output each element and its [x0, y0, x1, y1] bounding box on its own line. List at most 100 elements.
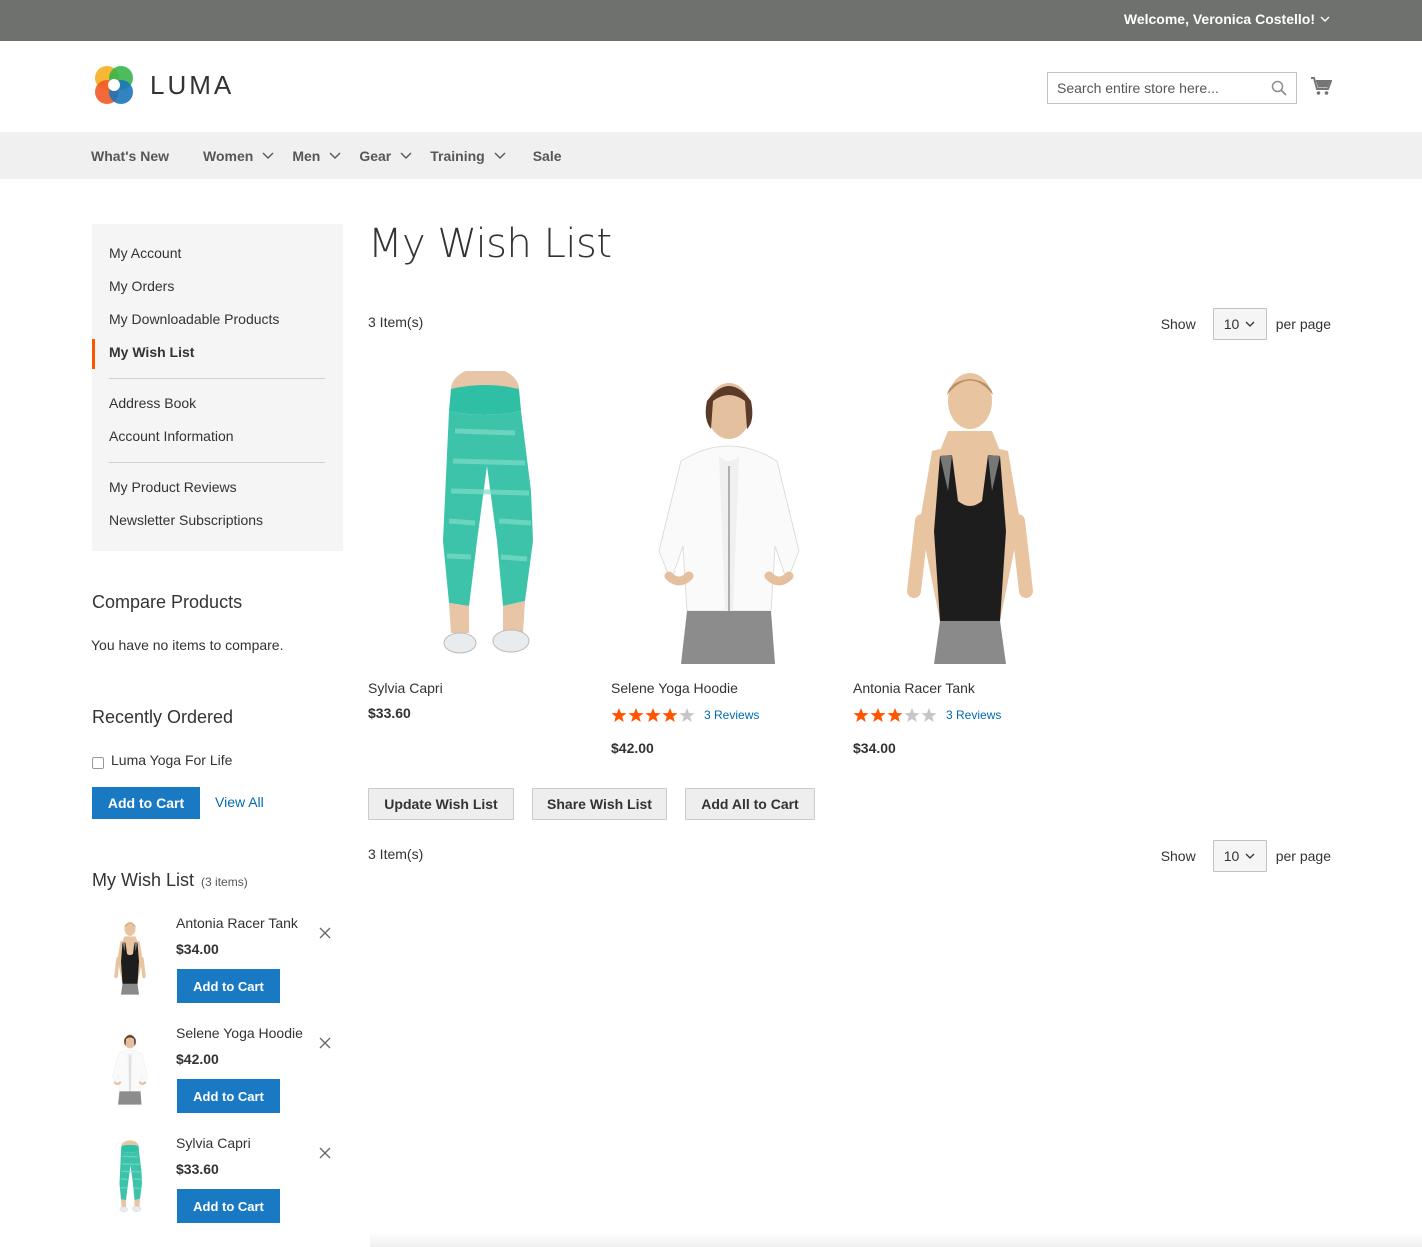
chevron-down-icon: [1245, 321, 1255, 327]
nav-label: Women: [203, 147, 254, 164]
account-nav-product-reviews[interactable]: My Product Reviews: [109, 479, 237, 495]
sidebar-wishlist-item-name[interactable]: Sylvia Capri: [176, 1135, 251, 1151]
sidebar-wishlist-item-price: $42.00: [176, 1051, 219, 1067]
product-name[interactable]: Selene Yoga Hoodie: [611, 680, 738, 696]
recent-item-name[interactable]: Luma Yoga For Life: [111, 752, 232, 768]
recent-item-checkbox[interactable]: [92, 757, 104, 769]
nav-item-whats-new[interactable]: What's New: [91, 148, 169, 164]
product-image[interactable]: [850, 371, 1090, 664]
per-page-select[interactable]: 10: [1212, 308, 1267, 340]
star-icon: [887, 708, 903, 722]
nav-label: Men: [292, 147, 321, 164]
update-wish-list-button[interactable]: Update Wish List: [368, 788, 514, 820]
nav-label: Sale: [532, 147, 562, 164]
chevron-down-icon: [1245, 853, 1255, 859]
limiter-per-page-label: per page: [1275, 316, 1331, 332]
limiter-show-label: Show: [1160, 848, 1196, 864]
recent-view-all-link[interactable]: View All: [215, 794, 264, 810]
product-thumbnail[interactable]: [100, 913, 160, 1003]
sidebar-wishlist-add-to-cart-button[interactable]: Add to Cart: [177, 1079, 280, 1113]
product-thumbnail[interactable]: [100, 1133, 160, 1223]
nav-item-gear[interactable]: Gear: [359, 148, 412, 164]
share-wish-list-button[interactable]: Share Wish List: [532, 788, 667, 820]
product-name[interactable]: Antonia Racer Tank: [853, 680, 975, 696]
product-image[interactable]: [609, 371, 849, 664]
per-page-limiter-bottom: Show 10 per page: [1161, 840, 1331, 872]
nav-item-sale[interactable]: Sale: [533, 148, 562, 164]
account-nav-downloadable-products[interactable]: My Downloadable Products: [109, 311, 279, 327]
nav-divider: [109, 378, 325, 379]
nav-label: What's New: [91, 147, 170, 164]
page-title: My Wish List: [368, 221, 612, 267]
logo-text: LUMA: [150, 69, 235, 100]
per-page-limiter: Show 10 per page: [1161, 308, 1331, 340]
star-icon: [853, 708, 869, 722]
sidebar-wishlist-add-to-cart-button[interactable]: Add to Cart: [177, 969, 280, 1003]
cart-icon[interactable]: [1310, 75, 1332, 97]
sidebar-wishlist-item-price: $34.00: [176, 941, 219, 957]
product-price: $34.00: [853, 740, 896, 756]
chevron-down-icon: [262, 152, 274, 159]
account-nav-newsletter[interactable]: Newsletter Subscriptions: [109, 512, 263, 528]
item-count-bottom: 3 Item(s): [368, 846, 424, 862]
account-nav-my-wish-list: My Wish List: [109, 344, 195, 360]
star-icon: [628, 708, 644, 722]
chevron-down-icon: [329, 152, 341, 159]
store-logo[interactable]: LUMA: [92, 63, 234, 107]
nav-divider: [109, 462, 325, 463]
close-icon[interactable]: [319, 1147, 331, 1159]
customer-menu-toggle[interactable]: Welcome, Veronica Costello!: [1124, 11, 1330, 27]
sidebar-wishlist-title-text: My Wish List: [92, 870, 195, 890]
sidebar-wishlist-count: (3 items): [201, 875, 248, 889]
star-icon: [645, 708, 661, 722]
account-nav-my-orders[interactable]: My Orders: [109, 278, 174, 294]
account-nav-my-account[interactable]: My Account: [109, 245, 181, 261]
nav-item-men[interactable]: Men: [292, 148, 341, 164]
star-icon: [904, 708, 920, 722]
product-thumbnail[interactable]: [100, 1023, 160, 1113]
star-icon: [611, 708, 627, 722]
per-page-value: 10: [1223, 316, 1240, 332]
star-icon: [679, 708, 695, 722]
sidebar-wishlist-title: My Wish List (3 items): [92, 870, 248, 891]
search-box: [1047, 72, 1297, 104]
search-input[interactable]: [1048, 73, 1258, 103]
product-name[interactable]: Sylvia Capri: [368, 680, 443, 696]
star-icon: [662, 708, 678, 722]
product-price: $33.60: [368, 705, 411, 721]
nav-item-training[interactable]: Training: [430, 148, 506, 164]
sidebar-wishlist-item-name[interactable]: Selene Yoga Hoodie: [176, 1025, 303, 1041]
search-icon[interactable]: [1271, 80, 1287, 96]
recently-ordered-title: Recently Ordered: [92, 707, 234, 727]
account-navigation: My Account My Orders My Downloadable Pro…: [92, 224, 343, 551]
recent-add-to-cart-button[interactable]: Add to Cart: [92, 787, 200, 819]
sidebar-wishlist-add-to-cart-button[interactable]: Add to Cart: [177, 1189, 280, 1223]
add-all-to-cart-button[interactable]: Add All to Cart: [685, 788, 815, 820]
sidebar-wishlist-item-name[interactable]: Antonia Racer Tank: [176, 915, 298, 931]
compare-title: Compare Products: [92, 592, 243, 612]
star-icons: [853, 707, 938, 723]
nav-item-women[interactable]: Women: [203, 148, 274, 164]
close-icon[interactable]: [319, 927, 331, 939]
reviews-link[interactable]: 3 Reviews: [946, 708, 1001, 722]
account-nav-account-information[interactable]: Account Information: [109, 428, 234, 444]
per-page-select[interactable]: 10: [1212, 840, 1267, 872]
star-icons: [611, 707, 696, 723]
current-item-indicator: [92, 339, 95, 369]
close-icon[interactable]: [319, 1037, 331, 1049]
limiter-per-page-label: per page: [1275, 848, 1331, 864]
star-icon: [870, 708, 886, 722]
account-nav-address-book[interactable]: Address Book: [109, 395, 196, 411]
nav-label: Gear: [359, 147, 392, 164]
reviews-link[interactable]: 3 Reviews: [704, 708, 759, 722]
top-bar: Welcome, Veronica Costello!: [0, 0, 1422, 41]
chevron-down-icon: [1320, 16, 1330, 22]
product-image[interactable]: [365, 371, 605, 664]
item-count: 3 Item(s): [368, 314, 424, 330]
chevron-down-icon: [400, 152, 412, 159]
welcome-message: Welcome, Veronica Costello!: [1123, 11, 1315, 27]
product-rating: 3 Reviews: [611, 707, 759, 723]
chevron-down-icon: [494, 152, 506, 159]
star-icon: [921, 708, 937, 722]
product-rating: 3 Reviews: [853, 707, 1001, 723]
